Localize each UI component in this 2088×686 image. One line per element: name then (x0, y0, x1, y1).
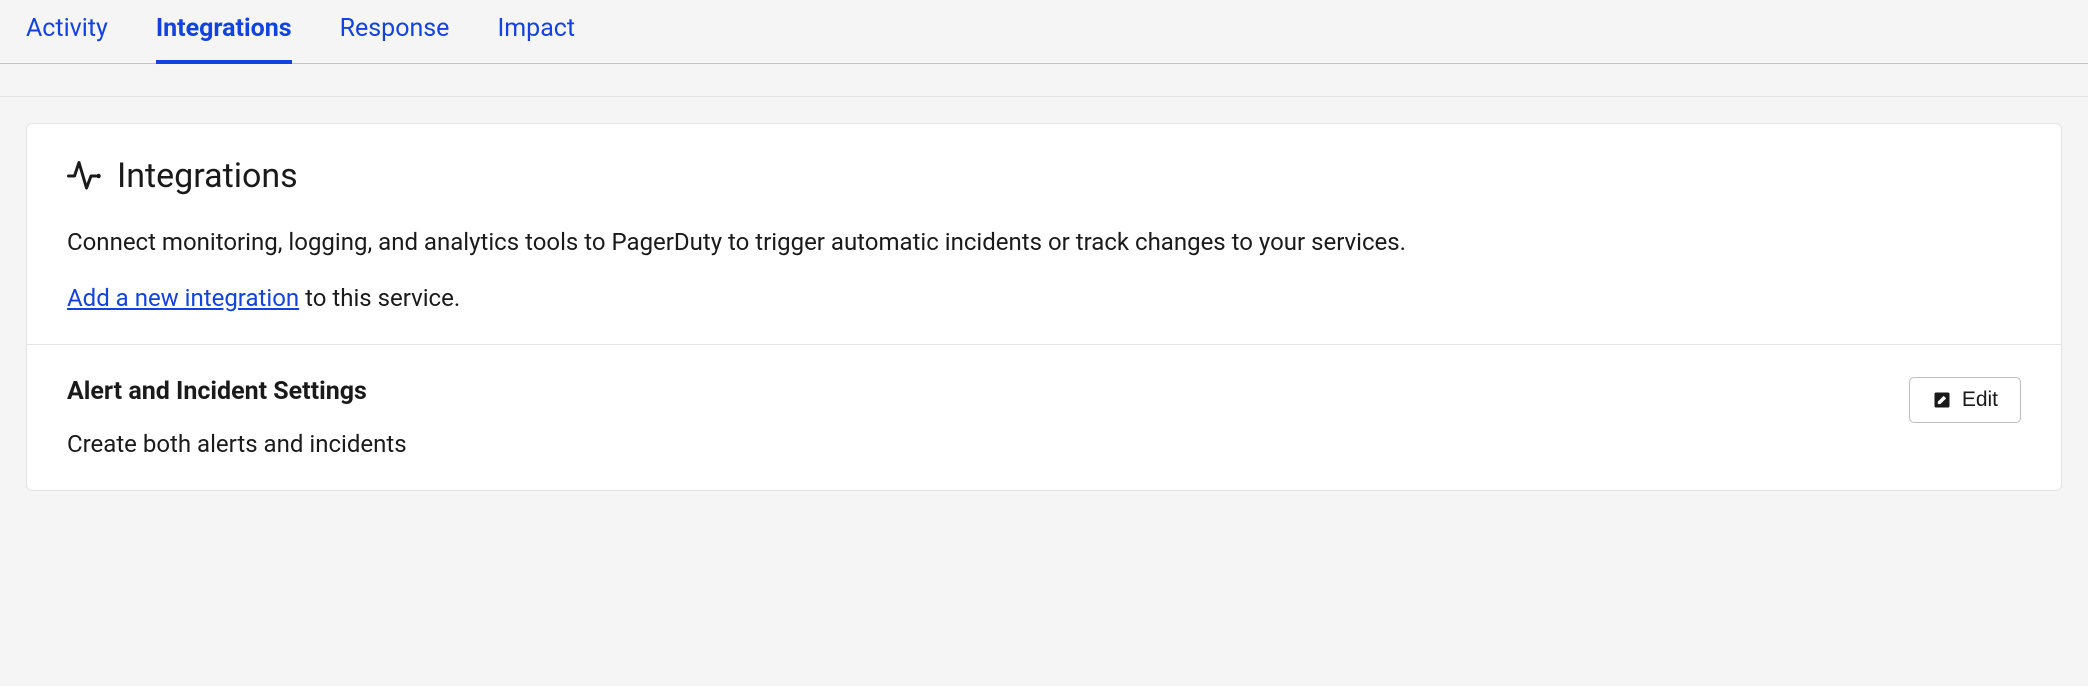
divider (0, 96, 2088, 97)
settings-text-group: Alert and Incident Settings Create both … (67, 377, 407, 458)
edit-button-label: Edit (1962, 388, 1998, 412)
section-header: Integrations (67, 156, 2021, 196)
activity-pulse-icon (67, 158, 103, 194)
tab-impact[interactable]: Impact (497, 14, 575, 63)
tab-response[interactable]: Response (340, 14, 450, 63)
settings-title: Alert and Incident Settings (67, 377, 407, 406)
settings-section: Alert and Incident Settings Create both … (27, 345, 2061, 490)
integrations-card: Integrations Connect monitoring, logging… (26, 123, 2062, 491)
edit-button[interactable]: Edit (1909, 377, 2021, 423)
tab-integrations[interactable]: Integrations (156, 14, 292, 63)
tab-activity[interactable]: Activity (26, 14, 108, 63)
add-integration-line: Add a new integration to this service. (67, 284, 2021, 312)
add-integration-suffix: to this service. (299, 284, 460, 312)
settings-value: Create both alerts and incidents (67, 430, 407, 458)
integrations-section: Integrations Connect monitoring, logging… (27, 124, 2061, 345)
settings-header: Alert and Incident Settings Create both … (67, 377, 2021, 458)
tabs-container: Activity Integrations Response Impact (0, 0, 2088, 64)
integrations-title: Integrations (117, 156, 298, 196)
integrations-description: Connect monitoring, logging, and analyti… (67, 224, 2021, 260)
add-integration-link[interactable]: Add a new integration (67, 284, 299, 312)
edit-icon (1932, 390, 1952, 410)
